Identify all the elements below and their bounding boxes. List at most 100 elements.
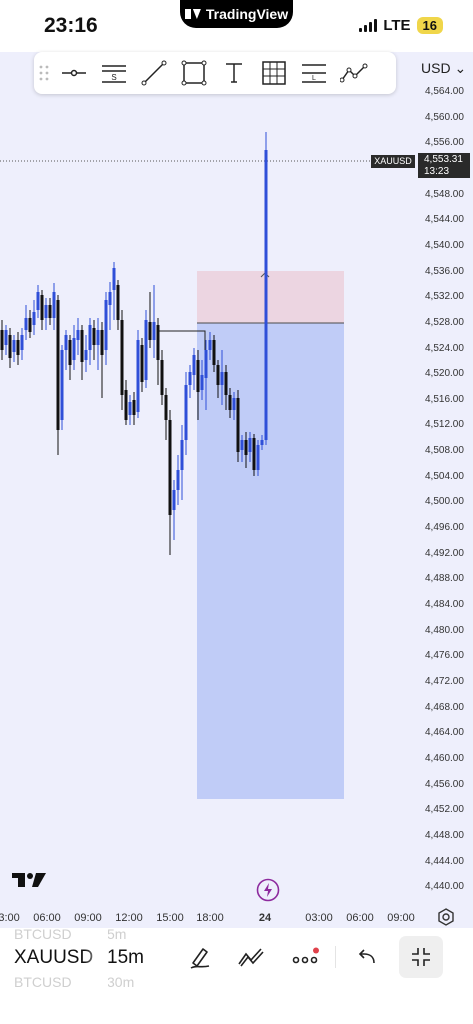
exit-fullscreen-button[interactable] — [399, 936, 443, 978]
price-axis-label: 4,556.00 — [425, 137, 464, 149]
price-axis-label: 4,512.00 — [425, 419, 464, 431]
next-symbol[interactable]: BTCUSD — [14, 974, 72, 990]
candle-body — [72, 338, 76, 360]
text-tool-icon[interactable] — [214, 52, 254, 94]
timeframe-selector[interactable]: 15m — [107, 947, 144, 969]
candle-body — [184, 385, 188, 440]
candle-body — [32, 312, 36, 325]
candle-body — [132, 400, 136, 415]
candle-body — [160, 360, 164, 395]
price-axis-label: 4,496.00 — [425, 522, 464, 534]
price-axis-label: 4,492.00 — [425, 547, 464, 559]
svg-text:L: L — [312, 75, 316, 82]
price-axis-label: 4,440.00 — [425, 881, 464, 893]
symbol-selector[interactable]: XAUUSD — [14, 947, 93, 969]
candle-body — [52, 292, 56, 318]
lightning-icon[interactable] — [256, 878, 280, 902]
candle-body — [136, 340, 140, 412]
tradingview-logo-icon — [12, 871, 48, 889]
currency-label: USD — [421, 60, 451, 76]
price-axis-label: 4,460.00 — [425, 752, 464, 764]
candle-body — [92, 328, 96, 345]
candle-body — [28, 318, 32, 332]
time-axis-label: 03:00 — [0, 912, 20, 924]
current-price-tag: 4,553.31 13:23 — [418, 153, 470, 178]
path-icon[interactable] — [334, 52, 374, 94]
drawing-toolbar: S L — [34, 52, 396, 94]
trend-line-icon[interactable] — [134, 52, 174, 94]
long-position-icon[interactable]: L — [294, 52, 334, 94]
prev-symbol[interactable]: BTCUSD — [14, 926, 72, 942]
price-axis-label: 4,468.00 — [425, 701, 464, 713]
price-axis-label: 4,508.00 — [425, 445, 464, 457]
more-options-icon[interactable] — [288, 940, 322, 974]
candle-body — [40, 295, 44, 320]
time-axis-label: 24 — [258, 912, 272, 924]
candle-body — [116, 285, 120, 320]
candle-body — [0, 330, 4, 350]
candle-body — [88, 325, 92, 350]
prev-timeframe[interactable]: 5m — [107, 926, 126, 942]
price-axis-label: 4,484.00 — [425, 599, 464, 610]
stop-loss-zone[interactable] — [197, 271, 344, 323]
price-axis-label: 4,564.00 — [425, 86, 464, 97]
price-axis-label: 4,548.00 — [425, 188, 464, 200]
candle-body — [196, 360, 200, 392]
price-axis-label: 4,488.00 — [425, 573, 464, 585]
candle-body — [108, 292, 112, 305]
price-axis-label: 4,476.00 — [425, 650, 464, 662]
candle-body — [144, 320, 148, 380]
candle-body — [208, 340, 212, 350]
candle-body — [224, 372, 228, 395]
time-axis-label: 09:00 — [387, 912, 415, 924]
toolbar-divider — [335, 946, 336, 968]
candle-body — [180, 440, 184, 470]
price-axis-label: 4,532.00 — [425, 291, 464, 303]
time-axis-label: 12:00 — [115, 912, 143, 924]
candle-body — [152, 322, 156, 340]
price-axis-label: 4,536.00 — [425, 265, 464, 277]
indicators-icon[interactable] — [234, 940, 268, 974]
candle-body — [64, 335, 68, 350]
candle-body — [84, 350, 88, 360]
price-axis-label: 4,520.00 — [425, 368, 464, 380]
candle-body — [264, 150, 268, 440]
candle-body — [256, 445, 260, 470]
time-axis-label: 18:00 — [196, 912, 224, 924]
candle-body — [96, 330, 100, 345]
candle-body — [228, 395, 232, 410]
candle-body — [220, 372, 224, 385]
candle-body — [248, 438, 252, 452]
price-axis-label: 4,524.00 — [425, 342, 464, 354]
grid-icon[interactable] — [254, 52, 294, 94]
take-profit-zone[interactable] — [197, 323, 344, 799]
candle-body — [204, 350, 208, 378]
settings-gear-icon[interactable] — [437, 908, 455, 926]
next-timeframe[interactable]: 30m — [107, 974, 134, 990]
price-axis-label: 4,500.00 — [425, 496, 464, 508]
candle-body — [48, 305, 52, 318]
candle-body — [60, 350, 64, 420]
exit-fullscreen-icon — [412, 948, 430, 966]
candle-body — [16, 340, 20, 355]
price-axis-label: 4,472.00 — [425, 675, 464, 687]
currency-select[interactable]: USD ⌄ — [421, 60, 466, 77]
toolbar-grip-icon[interactable] — [34, 52, 54, 94]
candle-body — [80, 330, 84, 362]
candle-body — [112, 268, 116, 290]
candle-body — [36, 292, 40, 310]
horizontal-ray-icon[interactable]: S — [94, 52, 134, 94]
rectangle-icon[interactable] — [174, 52, 214, 94]
svg-text:S: S — [111, 73, 116, 82]
candle-body — [156, 325, 160, 360]
horizontal-line-icon[interactable] — [54, 52, 94, 94]
candle-body — [260, 440, 264, 445]
candle-body — [44, 305, 48, 318]
price-axis-label: 4,456.00 — [425, 778, 464, 790]
drawing-pen-icon[interactable] — [183, 940, 217, 974]
candle-body — [4, 330, 8, 345]
price-axis-label: 4,480.00 — [425, 624, 464, 636]
candle-body — [124, 390, 128, 420]
price-chart[interactable] — [0, 0, 473, 928]
undo-icon[interactable] — [350, 940, 384, 974]
